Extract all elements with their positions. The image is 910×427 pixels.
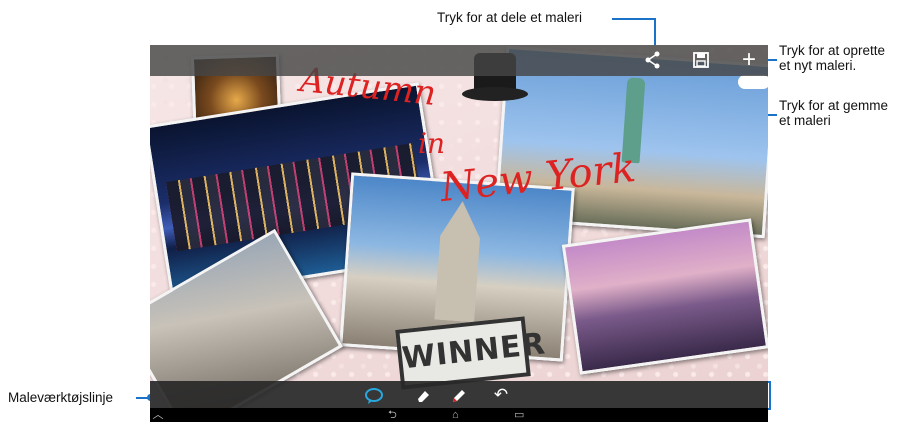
winner-sign: WINNER bbox=[395, 316, 548, 390]
undo-icon[interactable]: ↶ bbox=[490, 384, 512, 406]
pen-icon[interactable] bbox=[448, 384, 470, 406]
back-icon[interactable]: ⮌ bbox=[388, 408, 397, 422]
handwriting-in: in bbox=[418, 127, 445, 160]
chevron-up-icon[interactable]: ︿ bbox=[150, 408, 166, 422]
system-nav-bar: ︿ ⮌ ⌂ ▭ bbox=[150, 408, 768, 422]
add-icon[interactable]: + bbox=[738, 48, 760, 72]
cathedral-spire bbox=[434, 200, 482, 322]
photo-bridge-sunset bbox=[561, 218, 768, 375]
painting-canvas[interactable]: WINNER Autumn in New York bbox=[150, 45, 768, 422]
callout-share: Tryk for at dele et maleri bbox=[437, 10, 583, 25]
painting-toolbar: ↶ bbox=[150, 381, 768, 408]
cloud-sticker bbox=[738, 75, 768, 89]
home-icon[interactable]: ⌂ bbox=[452, 408, 459, 422]
share-icon[interactable] bbox=[642, 49, 664, 71]
recent-apps-icon[interactable]: ▭ bbox=[514, 408, 524, 422]
callout-create-line2: et nyt maleri. bbox=[779, 58, 857, 73]
top-action-bar: + bbox=[150, 45, 768, 76]
leader-share-h bbox=[612, 18, 656, 20]
winner-sign-text: WINNER bbox=[400, 326, 548, 377]
callout-create-line1: Tryk for at oprette bbox=[779, 43, 886, 58]
callout-save: Tryk for at gemme et maleri bbox=[779, 98, 888, 128]
callout-save-line1: Tryk for at gemme bbox=[779, 98, 889, 113]
speech-bubble-icon[interactable] bbox=[363, 384, 385, 406]
tablet-screen: WINNER Autumn in New York + ↶ ︿ ⮌ ⌂ ▭ bbox=[150, 45, 768, 422]
save-icon[interactable] bbox=[690, 49, 712, 71]
eraser-icon[interactable] bbox=[412, 384, 434, 406]
callout-create: Tryk for at oprette et nyt maleri. bbox=[779, 43, 885, 73]
callout-toolbar: Maleværktøjslinje bbox=[8, 390, 114, 405]
callout-save-line2: et maleri bbox=[779, 113, 831, 128]
